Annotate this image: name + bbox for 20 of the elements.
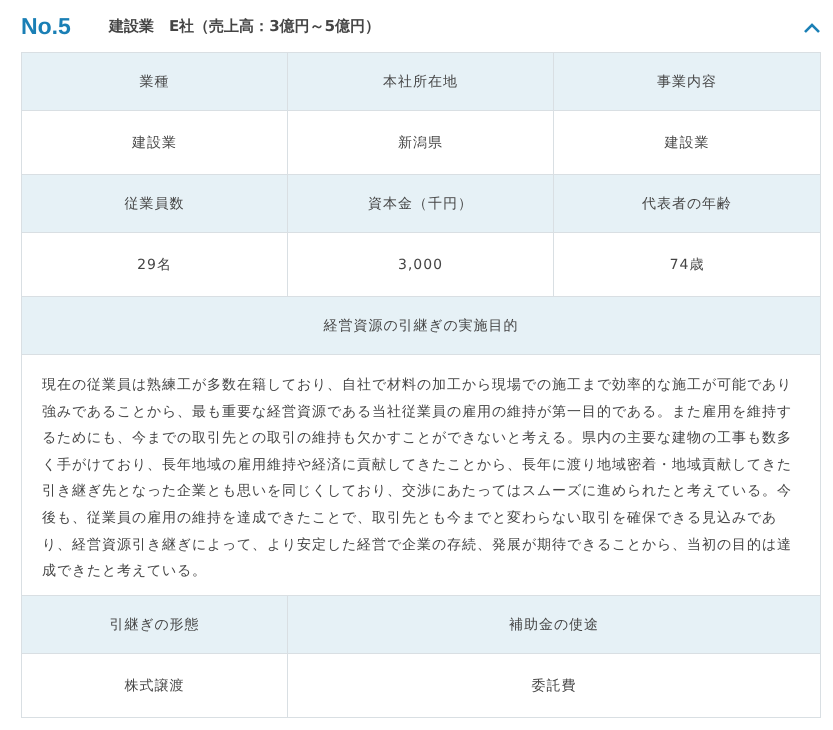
header-cell: 経営資源の引継ぎの実施目的	[22, 297, 821, 355]
header-cell: 本社所在地	[288, 53, 554, 111]
header-cell: 業種	[22, 53, 288, 111]
table-cell: 建設業	[22, 111, 288, 175]
table-cell: 委託費	[288, 654, 821, 718]
table-cell: 74歳	[554, 233, 821, 297]
collapse-icon[interactable]	[803, 22, 821, 34]
table-cell: 建設業	[554, 111, 821, 175]
table-cell: 29名	[22, 233, 288, 297]
header-cell: 代表者の年齢	[554, 175, 821, 233]
header-cell: 資本金（千円）	[288, 175, 554, 233]
case-number: No.5	[21, 12, 72, 40]
table-cell: 株式譲渡	[22, 654, 288, 718]
header-cell: 事業内容	[554, 53, 821, 111]
header-cell: 補助金の使途	[288, 596, 821, 654]
header-cell: 従業員数	[22, 175, 288, 233]
header-cell: 引継ぎの形態	[22, 596, 288, 654]
case-title: 建設業 E社（売上高：3億円～5億円）	[109, 16, 382, 36]
table-cell: 新潟県	[288, 111, 554, 175]
table-cell: 3,000	[288, 233, 554, 297]
